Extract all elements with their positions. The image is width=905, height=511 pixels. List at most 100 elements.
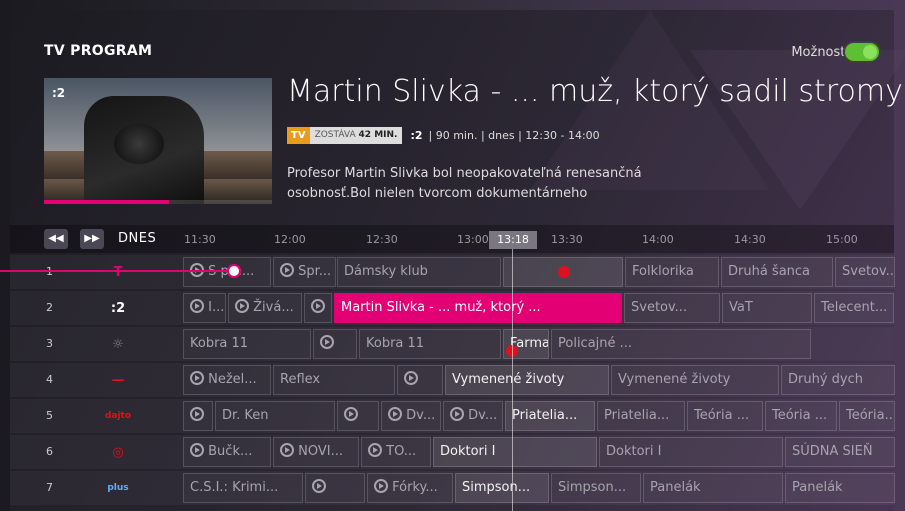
channel-number: 4	[46, 373, 53, 386]
program-title: Kobra 11	[190, 336, 249, 351]
program-title: C.S.I.: Krimi...	[190, 480, 279, 495]
options-label: Možnosti	[791, 45, 849, 60]
program-cell[interactable]: Doktori I	[433, 437, 597, 467]
program-cell[interactable]: Teória ...	[765, 401, 837, 431]
program-cell[interactable]	[503, 257, 623, 287]
program-cell[interactable]: Simpson...	[455, 473, 549, 503]
program-title: Dr. Ken	[222, 408, 269, 423]
replay-icon	[235, 299, 249, 313]
program-title: Teória ...	[694, 408, 750, 423]
replay-icon	[280, 263, 294, 277]
program-cell[interactable]: Svetov...	[835, 257, 895, 287]
program-cell[interactable]: Dv...	[443, 401, 503, 431]
time-label: 11:30	[184, 233, 216, 246]
program-title: Telecent...	[821, 300, 888, 315]
program-title: Kobra 11	[366, 336, 425, 351]
program-cell[interactable]: Martin Slivka - ... muž, ktorý ...	[334, 293, 622, 323]
program-title: Spr...	[298, 264, 332, 279]
time-label: 13:30	[551, 233, 583, 246]
program-cell[interactable]: Bučk...	[183, 437, 271, 467]
program-cell[interactable]: Svetov...	[624, 293, 720, 323]
replay-icon	[190, 443, 204, 457]
program-cell[interactable]: Reflex	[273, 365, 395, 395]
program-title: Simpson...	[558, 480, 627, 495]
rewind-button[interactable]: ◀◀	[44, 229, 68, 249]
now-time-badge: 13:18	[489, 231, 537, 249]
channel-number: 2	[46, 301, 53, 314]
show-title: Martin Slivka - ... muž, ktorý sadil str…	[287, 74, 903, 109]
program-cell[interactable]: Druhá šanca	[721, 257, 833, 287]
program-cell[interactable]: Panelák	[643, 473, 783, 503]
program-cell[interactable]: Teória...	[839, 401, 895, 431]
program-cell[interactable]: Dr. Ken	[215, 401, 335, 431]
program-cell[interactable]: Kobra 11	[183, 329, 311, 359]
program-title: Svetov...	[842, 264, 895, 279]
program-cell[interactable]: I...	[183, 293, 226, 323]
program-cell[interactable]: Policajné ...	[551, 329, 811, 359]
time-label: 14:00	[642, 233, 674, 246]
replay-icon	[344, 407, 358, 421]
program-cell[interactable]	[305, 473, 365, 503]
program-cell[interactable]: Doktori I	[599, 437, 783, 467]
program-title: Doktori I	[606, 444, 662, 459]
program-cell[interactable]	[313, 329, 357, 359]
forward-button[interactable]: ▶▶	[80, 229, 104, 249]
program-cell[interactable]: Priatelia...	[505, 401, 595, 431]
show-description: Profesor Martin Slivka bol neopakovateľn…	[287, 166, 642, 201]
remaining-badge: ZOSTÁVA 42 MIN.	[309, 126, 403, 144]
tv-screen: TV PROGRAM Možnosti :2 Martin Slivka - .…	[0, 0, 905, 511]
program-title: Dámsky klub	[344, 264, 428, 279]
preview-channel-mark: :2	[52, 86, 66, 100]
program-title: Panelák	[650, 480, 701, 495]
program-title: Priatelia...	[604, 408, 670, 423]
program-cell[interactable]: Kobra 11	[359, 329, 501, 359]
channel-logo: T	[113, 264, 123, 280]
program-cell[interactable]: C.S.I.: Krimi...	[183, 473, 303, 503]
replay-icon	[320, 335, 334, 349]
options-toggle[interactable]	[845, 43, 879, 61]
program-cell[interactable]: VaT	[722, 293, 812, 323]
fast-forward-icon: ▶▶	[84, 233, 100, 244]
program-cell[interactable]	[183, 401, 213, 431]
time-label: 12:30	[366, 233, 398, 246]
program-cell[interactable]: Fórky...	[367, 473, 453, 503]
program-cell[interactable]: Folklorika	[625, 257, 719, 287]
program-cell[interactable]: Spr...	[273, 257, 336, 287]
program-cell[interactable]	[397, 365, 443, 395]
program-title: Živá...	[253, 300, 294, 315]
replay-icon	[190, 299, 204, 313]
program-cell[interactable]: Živá...	[228, 293, 302, 323]
program-cell[interactable]	[304, 293, 332, 323]
pointer-dot	[227, 264, 241, 278]
program-title: Doktori I	[440, 444, 496, 459]
time-label: 14:30	[734, 233, 766, 246]
program-title: Simpson...	[462, 480, 531, 495]
program-cell[interactable]: TO...	[361, 437, 431, 467]
program-cell[interactable]: Nežel...	[183, 365, 271, 395]
program-cell[interactable]: Dv...	[381, 401, 441, 431]
show-meta: TV ZOSTÁVA 42 MIN. :2 | 90 min. | dnes |…	[287, 126, 600, 144]
program-cell[interactable]: Priatelia...	[597, 401, 685, 431]
program-cell[interactable]: Druhý dych	[781, 365, 895, 395]
time-label: 15:00	[826, 233, 858, 246]
tv-badge: TV	[287, 126, 310, 144]
time-label: 12:00	[274, 233, 306, 246]
record-icon	[558, 266, 570, 278]
program-cell[interactable]: Panelák	[785, 473, 895, 503]
program-cell[interactable]: Vymenené životy	[611, 365, 779, 395]
program-cell[interactable]: Dámsky klub	[337, 257, 501, 287]
program-cell[interactable]	[337, 401, 379, 431]
program-title: Folklorika	[632, 264, 694, 279]
program-cell[interactable]: Teória ...	[687, 401, 763, 431]
replay-icon	[280, 443, 294, 457]
program-title: Druhý dych	[788, 372, 863, 387]
day-label[interactable]: DNES	[118, 231, 156, 246]
program-cell[interactable]: Simpson...	[551, 473, 641, 503]
program-cell[interactable]: Vymenené životy	[445, 365, 609, 395]
preview-progress	[44, 200, 272, 204]
replay-icon	[374, 479, 388, 493]
program-cell[interactable]: NOVI...	[273, 437, 359, 467]
program-cell[interactable]: Telecent...	[814, 293, 894, 323]
preview-thumbnail[interactable]: :2	[44, 78, 272, 204]
program-cell[interactable]: SÚDNA SIEŇ	[785, 437, 895, 467]
